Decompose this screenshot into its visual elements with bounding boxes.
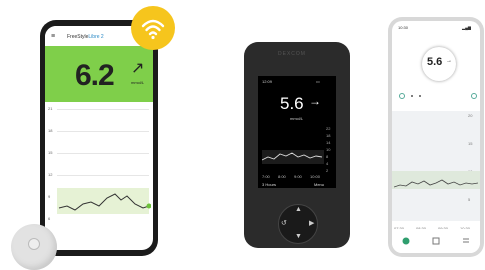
- trend-graph: 20 15 10 5: [392, 111, 480, 221]
- x-label: 9:00: [294, 174, 302, 179]
- device-brand: DEXCOM: [278, 51, 306, 57]
- settings-icon[interactable]: [462, 237, 470, 245]
- y-label: 6: [48, 216, 51, 221]
- bottom-nav: [392, 229, 480, 253]
- range-selector[interactable]: 3 Hours: [262, 182, 276, 187]
- y-label: 15: [48, 150, 53, 155]
- back-arrow-icon[interactable]: ↺: [281, 219, 287, 227]
- sensor-center: [28, 238, 40, 250]
- y-label: 22: [326, 126, 331, 131]
- y-label: 8: [326, 154, 329, 159]
- y-label: 15: [468, 141, 473, 146]
- grid-line: [57, 131, 149, 132]
- trend-arrow-icon: →: [309, 94, 321, 108]
- y-label: 20: [468, 113, 473, 118]
- glucose-trace: [394, 179, 478, 188]
- y-label: 12: [48, 172, 53, 177]
- glucose-value: 6.2: [75, 59, 115, 92]
- y-label: 4: [326, 161, 329, 166]
- glucose-graph: 21 18 15 12 9 6 3: [45, 104, 153, 244]
- y-label: 5: [468, 197, 471, 202]
- receiver-screen: 12:09 ▭ 5.6 → mmol/L 22 18 14 10 8 4 2 7…: [258, 76, 336, 188]
- menu-button[interactable]: Menu: [314, 182, 324, 187]
- history-icon[interactable]: [432, 237, 440, 245]
- x-label: 7:00: [262, 174, 270, 179]
- receiver-time: 12:09: [262, 79, 273, 84]
- phone-cgm-app: 10:30 ▂▄▆ 5.6 → 20 15 10 5 07:30 08:30 0…: [388, 17, 484, 257]
- home-icon[interactable]: [402, 237, 410, 245]
- app-title: FreeStyleLibre 2: [67, 34, 104, 40]
- trend-arrow-icon: ↗: [131, 60, 145, 77]
- receiver-device: DEXCOM 12:09 ▭ 5.6 → mmol/L 22 18 14 10 …: [244, 42, 350, 248]
- battery-icon: ▭: [316, 79, 320, 84]
- grid-line: [57, 153, 149, 154]
- y-label: 2: [326, 168, 329, 173]
- receiver-glucose-trace: [262, 150, 324, 164]
- phone-screen: 10:30 ▂▄▆ 5.6 → 20 15 10 5 07:30 08:30 0…: [392, 21, 480, 253]
- y-label: 14: [326, 140, 331, 145]
- status-time: 10:30: [398, 25, 409, 30]
- current-glucose-panel: 6.2 ↗ mmol/L: [45, 46, 153, 102]
- right-arrow-icon[interactable]: ▶: [309, 219, 314, 227]
- grid-line: [57, 175, 149, 176]
- y-label: 10: [326, 147, 331, 152]
- grid-line: [57, 109, 149, 110]
- receiver-glucose-value: 5.6: [280, 94, 304, 113]
- glucose-trace: [58, 193, 151, 211]
- up-arrow-icon[interactable]: ▲: [295, 206, 302, 213]
- phone-screen: ≡ FreeStyleLibre 2 6.2 ↗ mmol/L 21 18 15…: [45, 26, 153, 250]
- x-label: 8:00: [278, 174, 286, 179]
- x-label: 10:00: [310, 174, 321, 179]
- glucose-circle: 5.6 →: [422, 47, 456, 81]
- y-label: 21: [48, 106, 53, 111]
- y-label: 18: [326, 133, 331, 138]
- current-point: [146, 203, 151, 209]
- wifi-icon: [131, 6, 175, 50]
- receiver-unit: mmol/L: [290, 116, 304, 121]
- y-label: 18: [48, 128, 53, 133]
- phone-libre: ≡ FreeStyleLibre 2 6.2 ↗ mmol/L 21 18 15…: [40, 20, 158, 256]
- glucose-value: 5.6: [427, 56, 443, 68]
- menu-icon[interactable]: ≡: [51, 33, 55, 40]
- glucose-unit: mmol/L: [131, 80, 145, 85]
- navigation-pad[interactable]: ▲ ▼ ↺ ▶: [278, 204, 318, 244]
- sensor-disk: [11, 224, 57, 270]
- signal-icon: ▂▄▆: [462, 25, 471, 30]
- down-arrow-icon[interactable]: ▼: [295, 233, 302, 240]
- trend-arrow-icon: →: [446, 58, 452, 64]
- event-markers: [399, 93, 477, 99]
- y-label: 9: [48, 194, 51, 199]
